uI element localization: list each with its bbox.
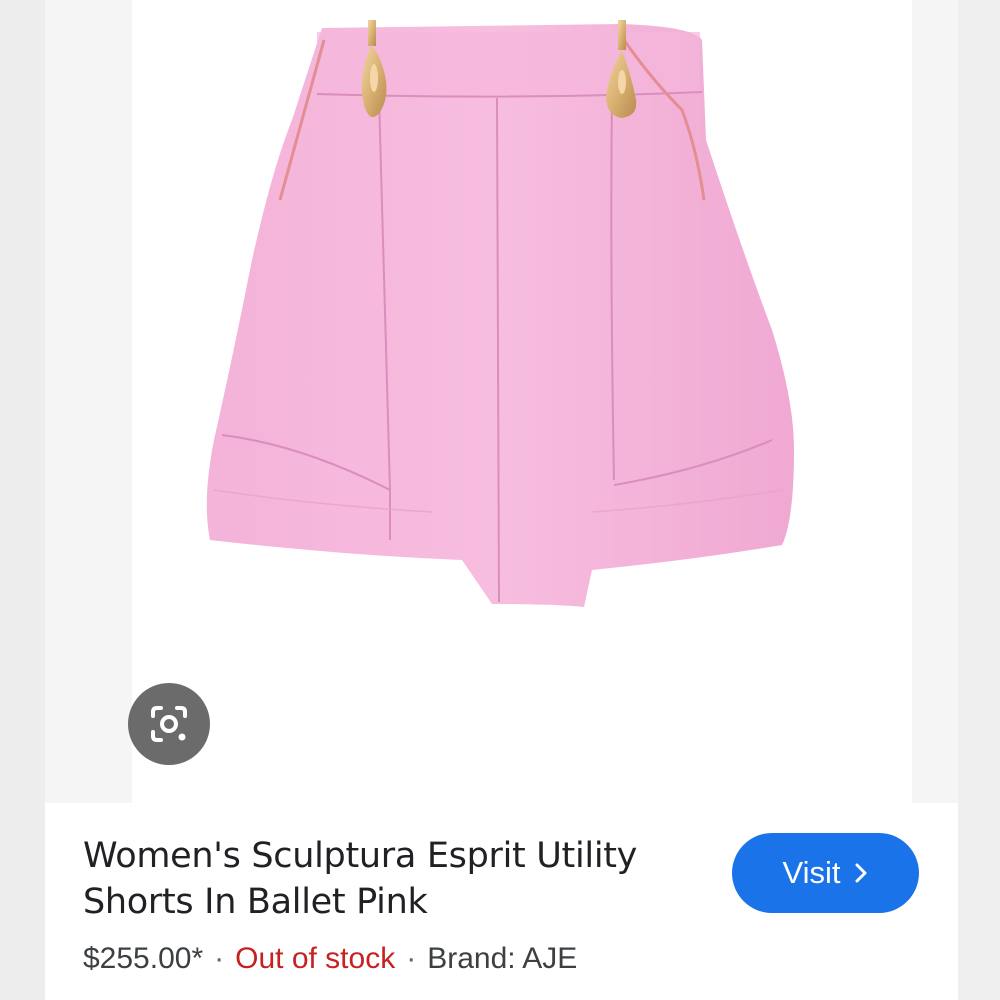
product-image-frame[interactable] <box>45 0 958 803</box>
product-title[interactable]: Women's Sculptura Esprit Utility Shorts … <box>83 833 703 925</box>
visit-button[interactable]: Visit <box>732 833 919 913</box>
visit-label: Visit <box>782 855 841 890</box>
shorts-body <box>206 24 795 607</box>
left-gutter <box>0 0 45 1000</box>
stock-status: Out of stock <box>235 942 396 975</box>
product-image[interactable] <box>132 0 912 803</box>
separator-dot: · <box>214 942 225 975</box>
right-gutter <box>958 0 1000 1000</box>
product-brand: Brand: AJE <box>427 942 578 975</box>
google-lens-icon <box>151 706 187 742</box>
google-lens-button[interactable] <box>128 683 210 765</box>
product-info-card: Women's Sculptura Esprit Utility Shorts … <box>45 803 958 1000</box>
product-meta-row: $255.00* · Out of stock · Brand: AJE <box>83 939 577 979</box>
separator-dot: · <box>406 942 417 975</box>
product-price: $255.00* <box>83 942 204 975</box>
chevron-right-icon <box>855 863 866 883</box>
product-image-container[interactable] <box>132 0 912 803</box>
